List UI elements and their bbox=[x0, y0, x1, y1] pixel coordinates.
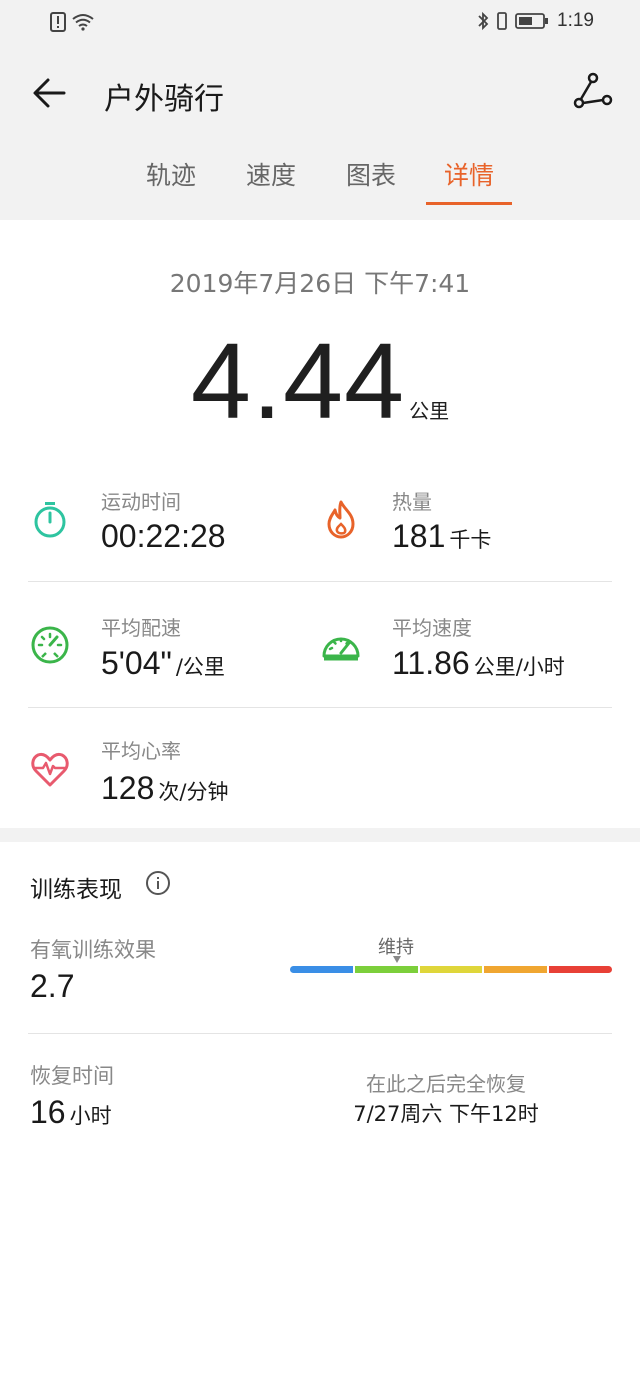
pace-gauge-icon bbox=[31, 626, 69, 664]
aerobic-effect-value: 2.7 bbox=[30, 968, 75, 1004]
section-separator bbox=[0, 828, 640, 842]
recovery-label: 恢复时间 bbox=[30, 1064, 114, 1088]
calories-label: 热量 bbox=[392, 490, 432, 514]
scale-segment-1 bbox=[290, 966, 353, 973]
tab-bar: 轨迹 速度 图表 详情 bbox=[0, 156, 640, 206]
tab-speed[interactable]: 速度 bbox=[238, 156, 304, 192]
vibrate-icon bbox=[497, 12, 507, 30]
avg-speed-value: 11.86 公里/小时 bbox=[392, 645, 565, 681]
training-title: 训练表现 bbox=[30, 877, 122, 903]
tab-details[interactable]: 详情 bbox=[436, 156, 502, 192]
tab-chart[interactable]: 图表 bbox=[338, 156, 404, 192]
duration-label: 运动时间 bbox=[101, 490, 181, 514]
calories-value: 181 千卡 bbox=[392, 518, 492, 554]
tab-track[interactable]: 轨迹 bbox=[138, 156, 204, 192]
stats-divider-2 bbox=[28, 707, 612, 708]
flame-icon bbox=[327, 500, 355, 539]
aerobic-scale-bar bbox=[290, 966, 612, 973]
status-time: 1:19 bbox=[557, 10, 594, 31]
aerobic-level-marker bbox=[393, 956, 401, 963]
heart-rate-label: 平均心率 bbox=[101, 739, 181, 763]
speedometer-icon bbox=[322, 637, 360, 661]
duration-value: 00:22:28 bbox=[101, 518, 226, 554]
route-button[interactable] bbox=[572, 70, 614, 112]
status-bar: 1:19 bbox=[0, 0, 640, 48]
stats-divider-1 bbox=[28, 581, 612, 582]
header: 户外骑行 轨迹 速度 图表 详情 bbox=[0, 48, 640, 220]
page-title: 户外骑行 bbox=[104, 82, 224, 117]
training-divider bbox=[28, 1033, 612, 1034]
wifi-icon bbox=[72, 14, 94, 31]
battery-icon bbox=[515, 13, 549, 29]
status-left bbox=[50, 12, 94, 32]
active-tab-indicator bbox=[426, 202, 512, 205]
aerobic-effect-label: 有氧训练效果 bbox=[30, 938, 156, 962]
back-button[interactable] bbox=[28, 72, 74, 114]
distance-unit: 公里 bbox=[409, 399, 450, 423]
distance-display: 4.44 公里 bbox=[0, 318, 640, 443]
route-icon bbox=[573, 72, 613, 109]
arrow-left-icon bbox=[33, 78, 66, 108]
heart-rate-value: 128 次/分钟 bbox=[101, 770, 229, 806]
avg-speed-label: 平均速度 bbox=[392, 616, 472, 640]
recovery-note: 在此之后完全恢复 bbox=[366, 1072, 526, 1096]
stopwatch-icon bbox=[34, 502, 66, 538]
distance-value: 4.44 bbox=[190, 320, 406, 441]
recovery-value: 16 小时 bbox=[30, 1094, 112, 1130]
scale-segment-5 bbox=[549, 966, 612, 973]
info-icon[interactable] bbox=[145, 870, 171, 896]
heart-rate-icon bbox=[31, 752, 69, 787]
alert-icon bbox=[50, 12, 66, 32]
avg-pace-value: 5'04"/公里 bbox=[101, 645, 225, 681]
recovery-time: 7/27周六 下午12时 bbox=[353, 1102, 539, 1126]
workout-date: 2019年7月26日 下午7:41 bbox=[169, 269, 471, 298]
scale-segment-2 bbox=[354, 966, 418, 973]
bluetooth-icon bbox=[478, 11, 489, 31]
avg-pace-label: 平均配速 bbox=[101, 616, 181, 640]
status-right: 1:19 bbox=[477, 10, 594, 32]
scale-segment-4 bbox=[484, 966, 548, 973]
scale-segment-3 bbox=[419, 966, 483, 973]
